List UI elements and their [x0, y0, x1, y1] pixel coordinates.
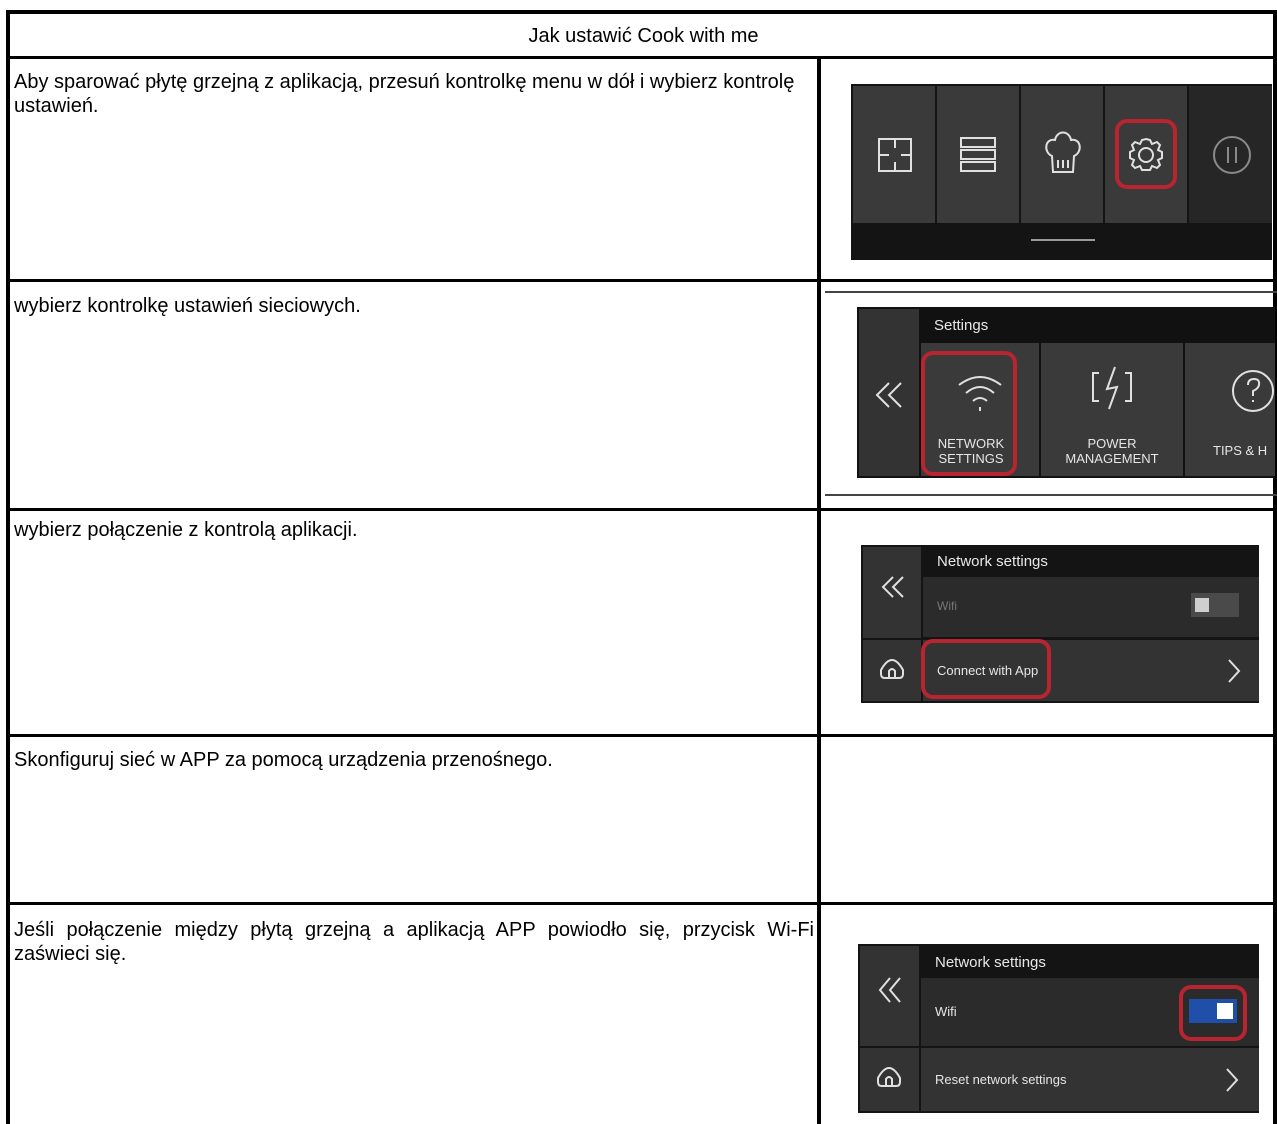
- back-button[interactable]: [859, 309, 919, 476]
- zones-icon: [878, 138, 912, 172]
- home-icon: [880, 659, 904, 679]
- drag-handle[interactable]: [1031, 239, 1095, 241]
- image-border-top: [825, 291, 1277, 293]
- row-divider: [6, 508, 1277, 511]
- toggle-knob: [1195, 598, 1209, 612]
- screen-1-menu: [851, 84, 1272, 260]
- document-title: Jak ustawić Cook with me: [528, 25, 759, 47]
- highlight-box: [921, 639, 1051, 699]
- row-divider: [6, 902, 1277, 905]
- highlight-box: [1115, 119, 1177, 189]
- tile-tips-help[interactable]: TIPS & H: [1185, 343, 1275, 476]
- row-divider: [6, 734, 1277, 737]
- double-chevron-left-icon: [881, 576, 904, 598]
- chevron-right-icon: [1228, 659, 1241, 683]
- network-header: Network settings: [935, 954, 1046, 971]
- settings-header: Settings: [934, 317, 989, 334]
- highlight-box: [1179, 985, 1247, 1041]
- home-icon: [877, 1067, 901, 1087]
- help-icon: [1232, 370, 1274, 412]
- wifi-label: Wifi: [935, 1004, 957, 1019]
- menu-tile[interactable]: [1105, 86, 1187, 223]
- menu-tile[interactable]: [937, 86, 1019, 223]
- double-chevron-left-icon: [878, 977, 901, 1003]
- row-divider: [6, 279, 1277, 282]
- step-5-text: Jeśli połączenie między płytą grzejną a …: [14, 919, 814, 965]
- reset-label: Reset network settings: [935, 1072, 1067, 1087]
- chevron-right-icon: [1226, 1068, 1239, 1092]
- home-button[interactable]: [863, 640, 921, 701]
- wifi-label: Wifi: [937, 599, 957, 613]
- column-divider: [817, 58, 821, 1124]
- highlight-box: [921, 351, 1017, 476]
- double-chevron-left-icon: [875, 382, 902, 408]
- connect-with-app-row[interactable]: Connect with App: [921, 639, 1259, 701]
- network-header: Network settings: [937, 553, 1048, 570]
- step-1-text: Aby sparować płytę grzejną z aplikacją, …: [14, 71, 795, 117]
- home-button[interactable]: [860, 1048, 919, 1111]
- tile-power-management[interactable]: POWER MANAGEMENT: [1041, 343, 1183, 476]
- menu-tile[interactable]: [1189, 86, 1272, 223]
- step-2-text: wybierz kontrolkę ustawień sieciowych.: [14, 295, 361, 317]
- tile-label: POWER MANAGEMENT: [1041, 436, 1183, 466]
- tile-label-line1: POWER: [1087, 436, 1137, 451]
- menu-tile[interactable]: [1021, 86, 1103, 223]
- tile-label-line2: MANAGEMENT: [1065, 451, 1159, 466]
- screen-2-settings: Settings NETWORK SETTINGS POWER MANAGEME…: [857, 307, 1275, 478]
- chef-hat-icon: [1045, 131, 1081, 173]
- tile-label-line1: TIPS & H: [1213, 443, 1268, 458]
- wifi-row: Wifi: [923, 577, 1259, 637]
- power-icon: [1092, 366, 1132, 410]
- tile-network-settings[interactable]: NETWORK SETTINGS: [921, 343, 1039, 476]
- step-4-text: Skonfiguruj sieć w APP za pomocą urządze…: [14, 749, 553, 771]
- wifi-row: Wifi: [921, 978, 1259, 1046]
- pause-icon: [1213, 136, 1251, 174]
- back-button[interactable]: [863, 547, 921, 638]
- menu-icon: [960, 137, 996, 172]
- screen-3-network: Network settings Wifi Connect with App: [861, 545, 1259, 703]
- wifi-toggle-off[interactable]: [1191, 593, 1239, 617]
- reset-network-row[interactable]: Reset network settings: [921, 1048, 1259, 1111]
- back-button[interactable]: [860, 946, 919, 1046]
- table-border-right: [1273, 10, 1277, 1124]
- step-3-text: wybierz połączenie z kontrolą aplikacji.: [14, 519, 358, 541]
- screen-5-network: Network settings Wifi Reset network sett…: [858, 944, 1259, 1113]
- tile-label: TIPS & H: [1213, 443, 1275, 458]
- image-border-bottom: [825, 494, 1277, 496]
- menu-tile[interactable]: [853, 86, 935, 223]
